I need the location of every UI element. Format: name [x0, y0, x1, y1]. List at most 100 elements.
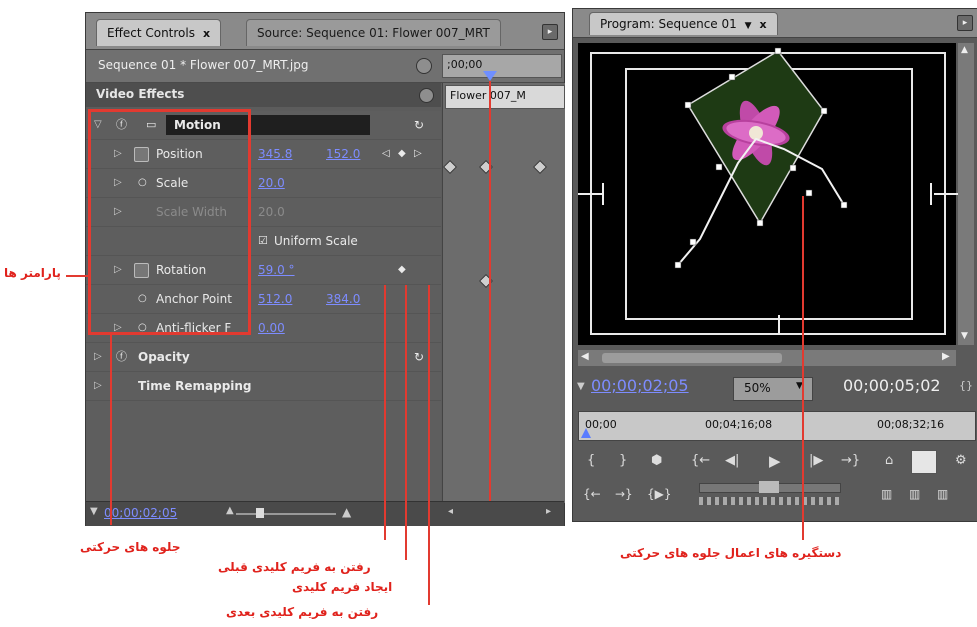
parameters-highlight-box — [88, 109, 251, 335]
tab-program-label: Program: Sequence 01 — [600, 17, 737, 31]
zoom-slider-handle[interactable] — [256, 508, 264, 518]
tab-program[interactable]: Program: Sequence 01 ▼ x — [589, 12, 778, 35]
video-effects-header: Video Effects — [86, 83, 441, 107]
current-timecode[interactable]: 00;00;02;05 — [104, 506, 177, 520]
uniform-scale-checkbox[interactable]: ☑ — [258, 227, 268, 255]
expand-triangle-icon[interactable]: ▷ — [94, 343, 102, 371]
zoom-in-icon[interactable]: ▲ — [342, 505, 351, 519]
go-to-prev-edit-icon[interactable]: {← — [583, 487, 601, 501]
time-remapping-row[interactable]: ▷ Time Remapping — [86, 372, 441, 401]
anchor-y-value[interactable]: 384.0 — [326, 285, 360, 313]
dropdown-icon[interactable]: ▼ — [745, 21, 752, 31]
antiflicker-value[interactable]: 0.00 — [258, 314, 285, 342]
zoom-slider[interactable] — [236, 513, 336, 515]
opacity-row[interactable]: ▷ ⓕ Opacity ↻ — [86, 343, 441, 372]
program-video-display[interactable] — [578, 43, 958, 345]
reset-icon[interactable]: ↻ — [414, 343, 424, 371]
scroll-down-icon[interactable]: ▼ — [961, 331, 968, 341]
mini-timeline-ruler[interactable]: ;00;00 — [442, 54, 562, 78]
close-icon[interactable]: x — [203, 27, 210, 40]
opacity-label: Opacity — [138, 350, 190, 364]
program-time-bar: ▼ 00;00;02;05 50% ▼ 00;00;05;02 {} — [573, 371, 977, 405]
playhead-icon[interactable] — [581, 428, 591, 438]
next-keyframe-icon[interactable]: ▷ — [414, 140, 422, 168]
reset-icon[interactable]: ↻ — [414, 111, 424, 139]
tab-source[interactable]: Source: Sequence 01: Flower 007_MRT — [246, 19, 501, 46]
uniform-scale-label: Uniform Scale — [274, 234, 358, 248]
scroll-right-icon[interactable]: ▶ — [942, 351, 950, 362]
transport-row-2: {← →} {▶} ▥ ▥ ▥ — [573, 481, 977, 511]
program-tab-bar: Program: Sequence 01 ▼ x ▸ — [573, 9, 977, 38]
playhead-line[interactable] — [489, 81, 491, 501]
scroll-left-icon[interactable]: ◀ — [581, 351, 589, 362]
annotation-line — [110, 335, 112, 525]
timeline-clip-name: Flower 007_M — [450, 89, 526, 102]
mark-in-icon[interactable]: { — [587, 453, 595, 468]
mark-out-icon[interactable]: } — [619, 453, 627, 468]
scroll-up-icon[interactable]: ▲ — [961, 45, 968, 55]
ruler-mid: 00;04;16;08 — [705, 418, 773, 431]
bracket-icon[interactable]: {} — [959, 379, 973, 392]
scroll-right-icon[interactable]: ▸ — [546, 506, 551, 517]
add-keyframe-icon[interactable]: ◆ — [398, 256, 406, 284]
vertical-scrollbar[interactable]: ▲ ▼ — [958, 43, 974, 345]
output-icon[interactable]: ⚙ — [955, 453, 967, 468]
go-to-in-icon[interactable]: {← — [691, 453, 710, 468]
shuttle-handle[interactable] — [759, 481, 779, 493]
scrollbar-thumb[interactable] — [602, 353, 782, 363]
annotation-prev-keyframe: رفتن به فریم کلیدی قبلی — [218, 560, 371, 574]
filter-icon[interactable]: ▼ — [577, 381, 585, 392]
time-ruler[interactable]: 00;00 00;04;16;08 00;08;32;16 — [578, 411, 976, 441]
step-back-icon[interactable]: ◀| — [725, 453, 739, 468]
tab-effect-controls[interactable]: Effect Controls x — [96, 19, 222, 46]
position-x-value[interactable]: 345.8 — [258, 140, 292, 168]
horizontal-scrollbar[interactable]: ◀ ▶ — [578, 350, 956, 366]
set-marker-icon[interactable]: ⬢ — [651, 453, 662, 468]
navigate-icon[interactable] — [416, 58, 432, 74]
lift-icon[interactable]: ▥ — [881, 487, 892, 501]
panel-menu-icon[interactable]: ▸ — [542, 24, 558, 40]
playhead-icon[interactable] — [483, 71, 497, 81]
timeline-clip-bar: Flower 007_M — [445, 85, 565, 109]
motion-overlay[interactable] — [578, 43, 956, 345]
extract-icon[interactable]: ▥ — [909, 487, 920, 501]
scale-value[interactable]: 20.0 — [258, 169, 285, 197]
anchor-x-value[interactable]: 512.0 — [258, 285, 292, 313]
tab-effect-controls-label: Effect Controls — [107, 26, 195, 40]
add-keyframe-icon[interactable]: ◆ — [398, 140, 406, 168]
safe-margins-button[interactable] — [911, 450, 937, 474]
camera-icon[interactable]: ⌂ — [885, 453, 893, 468]
annotation-line — [66, 275, 88, 277]
fx-toggle-icon[interactable]: ⓕ — [116, 343, 127, 371]
position-y-value[interactable]: 152.0 — [326, 140, 360, 168]
go-to-out-icon[interactable]: →} — [841, 453, 860, 468]
filter-icon[interactable]: ▼ — [90, 506, 98, 517]
go-to-next-edit-icon[interactable]: →} — [615, 487, 633, 501]
annotation-line — [428, 285, 430, 605]
step-forward-icon[interactable]: |▶ — [809, 453, 823, 468]
annotation-next-keyframe: رفتن به فریم کلیدی بعدی — [226, 605, 379, 619]
keyframe-diamond[interactable] — [532, 159, 548, 175]
keyframe-diamond[interactable] — [442, 159, 458, 175]
jog-wheel[interactable] — [699, 497, 839, 505]
program-monitor-panel: Program: Sequence 01 ▼ x ▸ ▲ ▼ ◀ ▶ ▼ 00;… — [572, 8, 977, 522]
annotation-line — [405, 285, 407, 560]
reset-icon[interactable] — [419, 88, 434, 103]
rotation-value[interactable]: 59.0 ° — [258, 256, 295, 284]
scroll-left-icon[interactable]: ◂ — [448, 506, 453, 517]
zoom-out-icon[interactable]: ▲ — [226, 505, 234, 516]
current-time[interactable]: 00;00;02;05 — [591, 376, 689, 395]
trim-icon[interactable]: ▥ — [937, 487, 948, 501]
effect-controls-footer: ▼ 00;00;02;05 ▲ ▲ ◂ ▸ — [86, 501, 564, 526]
prev-keyframe-icon[interactable]: ◁ — [382, 140, 390, 168]
close-icon[interactable]: x — [760, 18, 767, 31]
play-in-to-out-icon[interactable]: {▶} — [647, 487, 672, 501]
annotation-line — [384, 285, 386, 540]
clip-name: Sequence 01 * Flower 007_MRT.jpg — [98, 58, 309, 72]
duration-time: 00;00;05;02 — [843, 376, 941, 395]
zoom-select[interactable]: 50% ▼ — [733, 377, 813, 401]
expand-triangle-icon[interactable]: ▷ — [94, 372, 102, 400]
keyframe-timeline[interactable]: Flower 007_M — [442, 83, 565, 503]
panel-menu-icon[interactable]: ▸ — [957, 15, 973, 31]
play-icon[interactable]: ▶ — [769, 452, 781, 470]
